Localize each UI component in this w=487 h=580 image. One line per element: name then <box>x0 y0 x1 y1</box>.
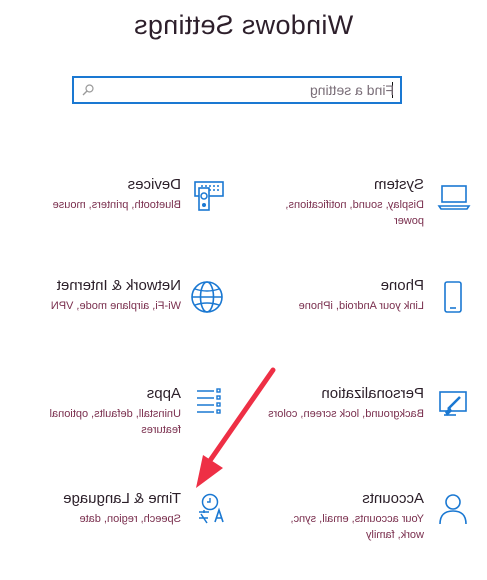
tile-description: Speech, region, date <box>79 513 181 525</box>
tile-accounts[interactable]: Accounts Your accounts, email, sync, wor… <box>240 490 480 580</box>
phone-icon <box>434 281 472 319</box>
tile-description: Uninstall, defaults, optional features <box>49 408 181 436</box>
tile-label: Phone <box>380 277 424 294</box>
tile-description: Bluetooth, printers, mouse <box>52 199 181 211</box>
paint-icon <box>434 389 472 427</box>
page-title: Windows Settings <box>133 10 354 40</box>
tile-devices[interactable]: Devices Bluetooth, printers, mouse <box>0 176 237 266</box>
tile-label: Apps <box>146 385 181 402</box>
tile-label: Network & Internet <box>56 277 181 294</box>
tile-description: Display, sound, notifications, power <box>285 199 424 227</box>
tile-label: Personalization <box>321 385 424 402</box>
laptop-icon <box>434 180 472 218</box>
tile-label: Devices <box>127 176 181 193</box>
tile-phone[interactable]: Phone Link your Android, iPhone <box>240 277 480 367</box>
time-language-icon <box>191 493 229 532</box>
tile-personalization[interactable]: Personalization Background, lock screen,… <box>240 385 480 475</box>
tile-apps[interactable]: Apps Uninstall, defaults, optional featu… <box>0 385 237 475</box>
search-input[interactable] <box>114 80 394 100</box>
search-icon[interactable] <box>82 84 94 96</box>
tile-label: Time & Language <box>63 490 181 507</box>
tile-time-language[interactable]: Time & Language Speech, region, date <box>0 490 237 580</box>
apps-list-icon <box>191 388 229 427</box>
tile-network-internet[interactable]: Network & Internet Wi-Fi, airplane mode,… <box>0 277 237 367</box>
tile-description: Wi-Fi, airplane mode, VPN <box>50 300 181 312</box>
tile-description: Background, lock screen, colors <box>268 408 424 420</box>
settings-window: Windows Settings System Display, sound, … <box>0 0 487 558</box>
tile-description: Your accounts, email, sync, work, family <box>290 513 425 541</box>
tile-label: Accounts <box>362 490 424 507</box>
person-icon <box>434 494 472 532</box>
search-box[interactable] <box>72 76 402 104</box>
tile-label: System <box>373 176 424 193</box>
tile-system[interactable]: System Display, sound, notifications, po… <box>240 176 480 266</box>
keyboard-icon <box>191 180 229 218</box>
globe-icon <box>191 281 229 319</box>
tile-description: Link your Android, iPhone <box>298 300 424 312</box>
